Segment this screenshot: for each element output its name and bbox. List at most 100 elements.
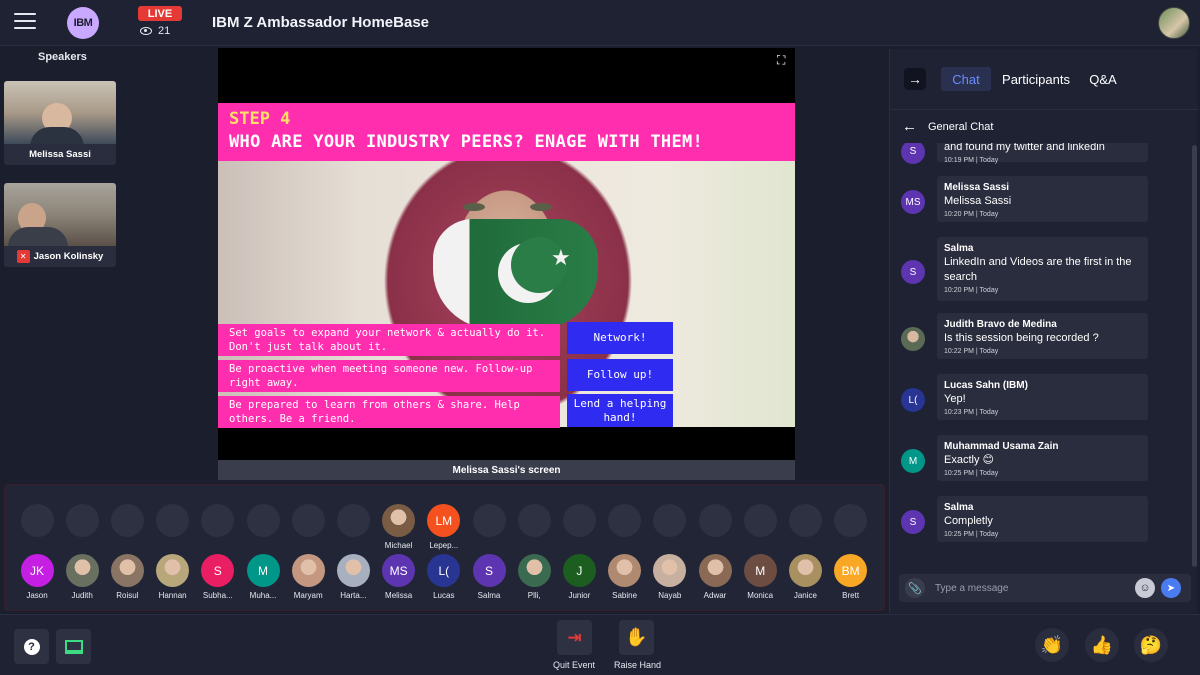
eye-left — [463, 203, 485, 211]
message-time: 10:22 PM | Today — [944, 348, 999, 355]
audience-member[interactable]: Maryam — [291, 554, 325, 600]
bottom-bar: ? ⇥ Quit Event ✋ Raise Hand 👏 👍 🤔 — [0, 614, 1200, 675]
help-button[interactable]: ? — [14, 629, 49, 664]
quit-event-button[interactable]: ⇥ — [557, 620, 592, 655]
audience-member[interactable]: LM Lepep... — [427, 504, 461, 550]
audience-member[interactable]: BM Brett — [834, 554, 868, 600]
user-avatar[interactable] — [1158, 7, 1190, 39]
audience-member-name: Maryam — [293, 591, 323, 600]
audience-member[interactable]: Plli, — [517, 554, 551, 600]
avatar — [517, 554, 551, 587]
audience-member[interactable]: Judith — [65, 554, 99, 600]
audience-member[interactable]: Janice — [788, 554, 822, 600]
raise-hand-button[interactable]: ✋ — [619, 620, 654, 655]
viewer-count-value: 21 — [158, 25, 171, 37]
tab-qa[interactable]: Q&A — [1086, 67, 1120, 91]
audience-member[interactable]: Harta... — [336, 554, 370, 600]
thinking-reaction-button[interactable]: 🤔 — [1134, 628, 1168, 662]
menu-icon[interactable] — [14, 13, 36, 33]
audience-member[interactable]: Adwar — [698, 554, 732, 600]
audience-member-name: Nayab — [658, 591, 682, 600]
audience-member[interactable]: Sabine — [608, 554, 642, 600]
viewer-count: 21 — [140, 25, 170, 37]
shared-screen[interactable]: ⛶ STEP 4 WHO ARE YOUR INDUSTRY PEERS? EN… — [218, 48, 795, 460]
message-text: Yep! — [944, 393, 966, 405]
message-input[interactable] — [935, 578, 1125, 598]
mic-off-icon: ✕ — [16, 250, 30, 263]
audience-member[interactable]: M Monica — [743, 554, 777, 600]
empty-seat-placeholder — [156, 504, 190, 537]
audience-member-name: Muha... — [249, 591, 277, 600]
send-icon[interactable]: ➤ — [1161, 578, 1181, 598]
chat-message: Sand found my twitter and linkedin 10:19 … — [890, 143, 1190, 168]
empty-seat — [788, 504, 822, 537]
avatar — [653, 554, 687, 587]
avatar: S — [201, 554, 235, 587]
empty-seat — [562, 504, 596, 537]
audience-member[interactable]: JK Jason — [20, 554, 54, 600]
audience-member-name: Harta... — [340, 591, 367, 600]
message-time: 10:25 PM | Today — [944, 470, 999, 477]
help-icon: ? — [23, 638, 40, 655]
message-text: LinkedIn and Videos are the first in the… — [944, 256, 1132, 283]
avatar: MS — [382, 554, 416, 587]
audience-member-name: Michael — [384, 541, 413, 550]
collapse-panel-button[interactable]: → — [904, 68, 926, 90]
audience-member-name: Subha... — [202, 591, 233, 600]
back-arrow-icon[interactable]: ← — [902, 118, 917, 135]
empty-seat — [517, 504, 551, 537]
avatar: JK — [20, 554, 54, 587]
empty-seat-placeholder — [336, 504, 370, 537]
audience-member[interactable]: L(Lucas — [427, 554, 461, 600]
empty-seat — [834, 504, 868, 537]
tab-participants[interactable]: Participants — [1000, 67, 1072, 91]
chat-scrollbar[interactable] — [1192, 145, 1197, 567]
empty-seat-placeholder — [788, 504, 822, 537]
empty-seat-placeholder — [472, 504, 506, 537]
empty-seat-placeholder — [698, 504, 732, 537]
audience-member[interactable]: Michael — [382, 504, 416, 550]
message-text: Completly — [944, 515, 993, 527]
stage-view-button[interactable] — [56, 629, 91, 664]
audience-member[interactable]: Nayab — [653, 554, 687, 600]
empty-seat — [65, 504, 99, 537]
avatar: MS — [901, 190, 925, 214]
tab-chat[interactable]: Chat — [941, 67, 991, 91]
quit-event-label: Quit Event — [553, 660, 596, 670]
audience-member-name: Salma — [477, 591, 501, 600]
thinking-face-icon: 🤔 — [1139, 634, 1163, 655]
audience-member[interactable]: Hannan — [156, 554, 190, 600]
audience-member[interactable]: S Salma — [472, 554, 506, 600]
top-bar: IBM LIVE 21 IBM Z Ambassador HomeBase — [0, 0, 1200, 46]
speaker-tile-jason[interactable]: ✕ Jason Kolinsky — [4, 183, 116, 267]
message-bubble: Salma Completly 10:25 PM | Today — [937, 496, 1148, 542]
avatar — [336, 554, 370, 587]
speaker-name: Melissa Sassi — [4, 144, 116, 165]
empty-seat — [20, 504, 54, 537]
message-text: and found my twitter and linkedin — [944, 143, 1105, 153]
emoji-icon[interactable]: ☺ — [1135, 578, 1155, 598]
audience-member-name: Brett — [842, 591, 860, 600]
speaker-tile-melissa[interactable]: Melissa Sassi — [4, 81, 116, 165]
message-list[interactable]: Sand found my twitter and linkedin 10:19 … — [890, 143, 1190, 571]
avatar: S — [901, 143, 925, 164]
attach-icon[interactable]: 📎 — [905, 578, 925, 598]
slide-step: STEP 4 — [229, 109, 291, 129]
empty-seat — [472, 504, 506, 537]
audience-member-name: Lepep... — [429, 541, 459, 550]
slide-tip-1: Set goals to expand your network & actua… — [218, 324, 560, 356]
eye-right — [530, 203, 552, 211]
avatar — [110, 554, 144, 587]
audience-member[interactable]: M Muha... — [246, 554, 280, 600]
chat-header: → Chat Participants Q&A — [890, 49, 1198, 109]
message-text: Exactly 😊 — [944, 454, 994, 466]
audience-member[interactable]: S Subha... — [201, 554, 235, 600]
chat-message: S Salma Completly 10:25 PM | Today — [890, 496, 1190, 548]
fullscreen-icon[interactable]: ⛶ — [777, 54, 789, 66]
thumbs-up-reaction-button[interactable]: 👍 — [1085, 628, 1119, 662]
empty-seat-placeholder — [291, 504, 325, 537]
clap-reaction-button[interactable]: 👏 — [1035, 628, 1069, 662]
audience-member[interactable]: J Junior — [562, 554, 596, 600]
audience-member[interactable]: Roisul — [110, 554, 144, 600]
audience-member[interactable]: MS Melissa — [382, 554, 416, 600]
